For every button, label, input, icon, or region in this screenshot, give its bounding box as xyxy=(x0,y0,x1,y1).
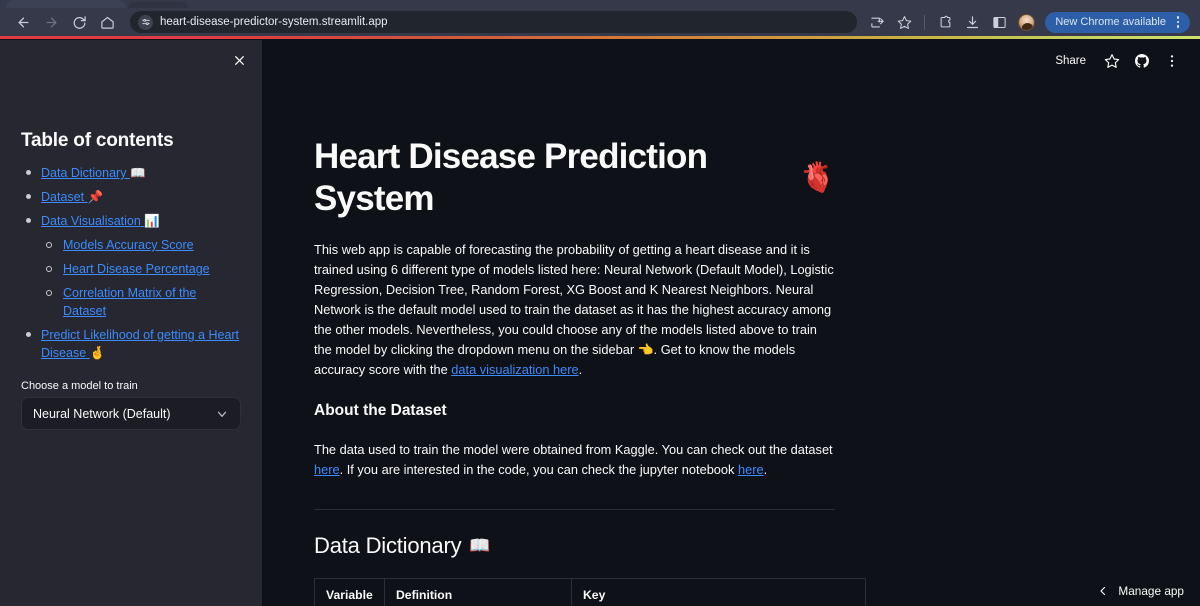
model-select-value: Neural Network (Default) xyxy=(33,406,171,421)
downloads-icon[interactable] xyxy=(960,10,984,34)
app-title: Heart Disease Prediction System 🫀 xyxy=(314,136,836,220)
toolbar-divider xyxy=(924,14,926,30)
side-panel-icon[interactable] xyxy=(987,10,1011,34)
reload-icon[interactable] xyxy=(66,9,92,35)
content-column: Heart Disease Prediction System 🫀 This w… xyxy=(262,40,887,606)
data-visualization-link[interactable]: data visualization here xyxy=(451,362,578,377)
data-dictionary-table: Variable Definition Key Age Age Of the p… xyxy=(314,578,866,606)
chevron-down-icon[interactable] xyxy=(215,407,229,421)
table-of-contents: Data Dictionary 📖 Dataset 📌 Data Visuali… xyxy=(21,164,241,362)
sidebar-item-correlation-matrix[interactable]: Correlation Matrix of the Dataset xyxy=(63,286,196,318)
pushpin-icon: 📌 xyxy=(87,190,104,204)
sidebar-item-heart-disease-percentage[interactable]: Heart Disease Percentage xyxy=(63,262,210,276)
column-header-definition: Definition xyxy=(384,578,572,606)
progress-bar-fill xyxy=(0,36,1200,39)
app-title-text: Heart Disease Prediction System xyxy=(314,137,708,218)
star-icon[interactable] xyxy=(1100,49,1124,73)
table-header-row: Variable Definition Key xyxy=(314,578,866,606)
about-dataset-paragraph: The data used to train the model were ob… xyxy=(314,440,835,480)
intro-paragraph: This web app is capable of forecasting t… xyxy=(314,240,835,380)
address-bar[interactable]: heart-disease-predictor-system.streamlit… xyxy=(130,11,858,33)
streamlit-toolbar: Share xyxy=(1047,40,1200,82)
section-divider xyxy=(314,509,835,510)
book-icon: 📖 xyxy=(129,166,146,180)
bookmark-star-icon[interactable] xyxy=(892,10,916,34)
model-select[interactable]: Neural Network (Default) xyxy=(21,397,241,430)
sub-list: Models Accuracy Score Heart Disease Perc… xyxy=(41,236,241,320)
close-icon[interactable] xyxy=(226,47,252,73)
site-settings-icon[interactable] xyxy=(138,14,153,30)
list-item: Heart Disease Percentage xyxy=(41,260,241,278)
browser-tab-strip xyxy=(0,0,1200,8)
github-icon[interactable] xyxy=(1130,49,1154,73)
forward-icon[interactable] xyxy=(38,9,64,35)
browser-toolbar-actions: New Chrome available xyxy=(865,10,1190,34)
manage-app-button[interactable]: Manage app xyxy=(1097,584,1184,598)
notebook-link[interactable]: here xyxy=(738,462,764,477)
cast-icon[interactable] xyxy=(865,10,889,34)
dataset-link[interactable]: here xyxy=(314,462,340,477)
back-icon[interactable] xyxy=(10,9,36,35)
about-text-3: . xyxy=(763,462,768,477)
share-button[interactable]: Share xyxy=(1047,52,1094,70)
browser-tab-inactive[interactable] xyxy=(128,2,188,8)
home-icon[interactable] xyxy=(94,9,120,35)
address-bar-url: heart-disease-predictor-system.streamlit… xyxy=(160,16,388,28)
about-dataset-heading: About the Dataset xyxy=(314,402,447,419)
open-book-icon: 📖 xyxy=(469,536,491,555)
extensions-icon[interactable] xyxy=(933,10,957,34)
sidebar-item-predict-likelihood[interactable]: Predict Likelihood of getting a Heart Di… xyxy=(41,328,239,360)
data-dictionary-heading: Data Dictionary 📖 xyxy=(314,533,835,559)
list-item: Correlation Matrix of the Dataset xyxy=(41,284,241,320)
chrome-update-button[interactable]: New Chrome available xyxy=(1045,11,1190,33)
column-header-key: Key xyxy=(571,578,866,606)
profile-avatar[interactable] xyxy=(1014,10,1038,34)
list-item: Data Dictionary 📖 xyxy=(21,164,241,182)
anatomical-heart-icon: 🫀 xyxy=(799,161,836,194)
intro-text-3: . xyxy=(578,362,583,377)
page-title: Table of contents xyxy=(21,130,174,151)
list-item: Data Visualisation 📊 Models Accuracy Sco… xyxy=(21,212,241,320)
sidebar-item-data-visualisation[interactable]: Data Visualisation 📊 xyxy=(41,214,160,228)
browser-tab-active[interactable] xyxy=(6,0,126,8)
list-item: Models Accuracy Score xyxy=(41,236,241,254)
model-select-label: Choose a model to train xyxy=(21,380,138,392)
browser-chrome: heart-disease-predictor-system.streamlit… xyxy=(0,0,1200,36)
list-item: Dataset 📌 xyxy=(21,188,241,206)
sidebar-item-models-accuracy-score[interactable]: Models Accuracy Score xyxy=(63,238,194,252)
sidebar: Table of contents Data Dictionary 📖 Data… xyxy=(0,40,262,606)
about-text-1: The data used to train the model were ob… xyxy=(314,442,833,457)
crossed-fingers-icon: 🤞 xyxy=(89,346,106,360)
overflow-menu-icon[interactable] xyxy=(1160,49,1184,73)
browser-toolbar: heart-disease-predictor-system.streamlit… xyxy=(0,8,1200,36)
chrome-menu-icon[interactable] xyxy=(1170,13,1186,31)
about-text-2: . If you are interested in the code, you… xyxy=(339,462,738,477)
list-item: Predict Likelihood of getting a Heart Di… xyxy=(21,326,241,362)
data-dictionary-heading-text: Data Dictionary xyxy=(314,533,462,558)
chrome-update-label: New Chrome available xyxy=(1055,16,1166,28)
intro-text-1: This web app is capable of forecasting t… xyxy=(314,242,834,357)
chevron-left-icon xyxy=(1097,585,1109,597)
manage-app-label: Manage app xyxy=(1118,584,1184,598)
bar-chart-icon: 📊 xyxy=(144,214,160,228)
main-content: Share Heart Disease Prediction System 🫀 … xyxy=(262,40,1200,606)
pointing-left-icon: 👈 xyxy=(637,342,654,357)
sidebar-item-data-dictionary[interactable]: Data Dictionary 📖 xyxy=(41,166,146,180)
column-header-variable: Variable xyxy=(314,578,385,606)
streamlit-app: Table of contents Data Dictionary 📖 Data… xyxy=(0,40,1200,606)
sidebar-item-dataset[interactable]: Dataset 📌 xyxy=(41,190,103,204)
